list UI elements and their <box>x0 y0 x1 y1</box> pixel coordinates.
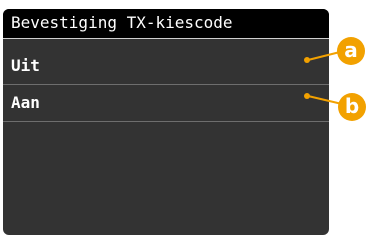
option-uit[interactable]: Uit <box>3 49 329 85</box>
screen-title: Bevestiging TX-kiescode <box>3 9 329 39</box>
manual-illustration: Bevestiging TX-kiescode Uit Aan a b <box>0 0 377 240</box>
device-screen: Bevestiging TX-kiescode Uit Aan <box>3 9 329 235</box>
callout-badge-a: a <box>337 37 365 65</box>
callout-badge-b: b <box>338 93 366 121</box>
option-aan[interactable]: Aan <box>3 86 329 122</box>
